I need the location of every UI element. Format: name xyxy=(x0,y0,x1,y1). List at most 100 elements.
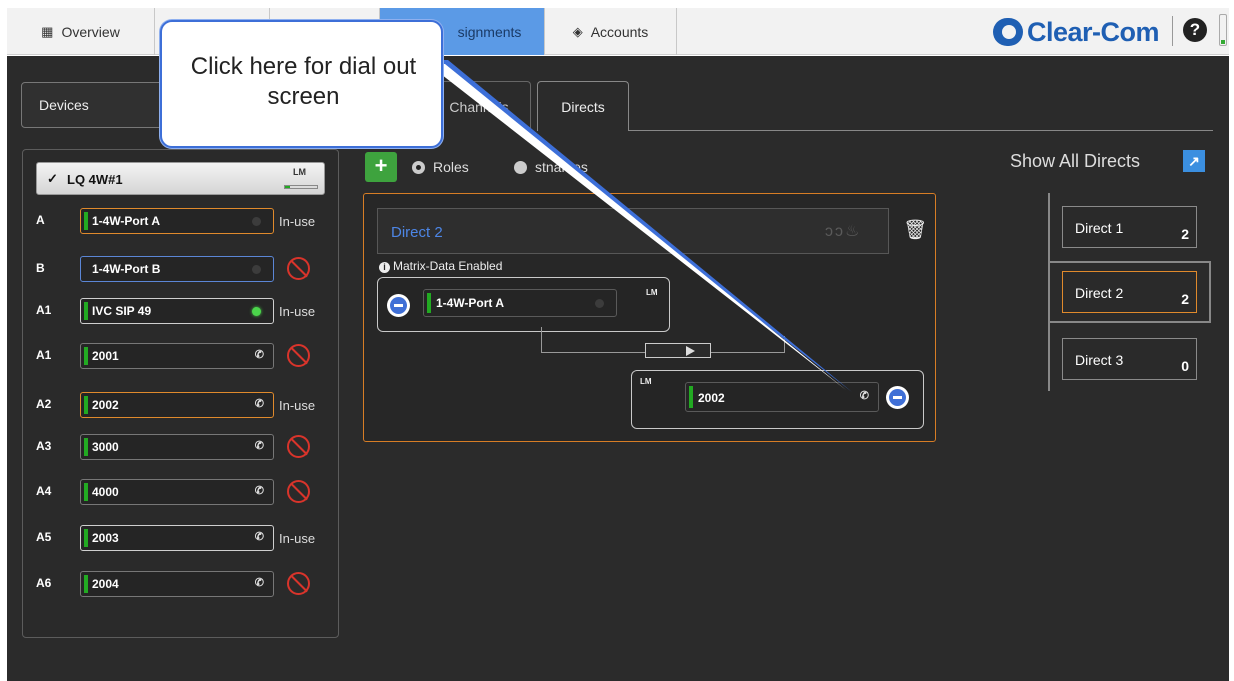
direct-count: 0 xyxy=(1181,358,1189,374)
port-button[interactable]: 4000 ✆ xyxy=(80,479,274,505)
dest-lm-label: LM xyxy=(640,377,652,386)
tab-channels-label: Channels xyxy=(449,98,509,115)
destination-endpoint: LM 2002 ✆ xyxy=(631,370,924,429)
annotation-callout: Click here for dial out screen xyxy=(160,20,443,148)
port-button[interactable]: 2001 ✆ xyxy=(80,343,274,369)
tab-accounts[interactable]: ◈ Accounts xyxy=(545,8,677,55)
sip-phone-icon[interactable]: ✆ xyxy=(860,389,869,402)
port-stripe xyxy=(84,529,88,547)
port-stripe xyxy=(689,386,693,408)
tab-accounts-label: Accounts xyxy=(590,23,649,40)
direct-title-bar[interactable]: Direct 2 ᴐᴐ♨ xyxy=(377,208,889,254)
port-row: B 1-4W-Port B xyxy=(23,256,340,282)
port-button[interactable]: 2002 ✆ xyxy=(80,392,274,418)
tab-directs[interactable]: Directs xyxy=(537,81,629,131)
port-row: A3 3000 ✆ xyxy=(23,434,340,460)
status-dot-icon xyxy=(252,307,261,316)
port-button[interactable]: 3000 ✆ xyxy=(80,434,274,460)
port-row: A1 IVC SIP 49 In-use xyxy=(23,298,340,324)
globe-icon: ◈ xyxy=(572,23,583,39)
source-endpoint: 1-4W-Port A LM xyxy=(377,277,670,332)
sip-phone-icon: ✆ xyxy=(254,531,264,543)
port-key: A xyxy=(36,213,45,227)
port-label: IVC SIP 49 xyxy=(92,304,152,318)
port-label: 2003 xyxy=(92,531,119,545)
radio-icon xyxy=(514,160,527,174)
port-key: A1 xyxy=(36,348,52,362)
port-key: A1 xyxy=(36,303,52,317)
port-key: A5 xyxy=(36,530,52,544)
port-stripe xyxy=(84,212,88,230)
status-dot-icon xyxy=(252,265,261,274)
port-status: In-use xyxy=(279,304,316,319)
dest-port-label: 2002 xyxy=(698,391,725,405)
port-label: 1-4W-Port A xyxy=(92,214,160,228)
port-status: In-use xyxy=(279,214,316,229)
direct-list-item[interactable]: Direct 1 2 xyxy=(1062,206,1197,248)
tab-overview[interactable]: ▦ Overview xyxy=(7,8,155,55)
port-status: In-use xyxy=(279,398,316,413)
port-stripe xyxy=(84,575,88,593)
connector-line xyxy=(784,336,785,352)
port-button[interactable]: 2003 ✆ xyxy=(80,525,274,551)
sip-phone-icon: ✆ xyxy=(254,577,264,589)
sip-phone-icon: ✆ xyxy=(254,440,264,452)
roles-radio[interactable]: Roles xyxy=(412,159,469,175)
port-label: 4000 xyxy=(92,485,119,499)
port-key: A3 xyxy=(36,439,52,453)
direct-name: Direct 1 xyxy=(1075,220,1124,236)
clear-com-logo: Clear-Com xyxy=(993,12,1160,52)
port-button[interactable]: 1-4W-Port B xyxy=(80,256,274,282)
device-name: LQ 4W#1 xyxy=(67,172,123,187)
port-button[interactable]: IVC SIP 49 xyxy=(80,298,274,324)
port-stripe xyxy=(84,302,88,320)
hostnames-radio[interactable]: stnames xyxy=(514,159,588,175)
port-row: A6 2004 ✆ xyxy=(23,571,340,597)
port-row: A1 2001 ✆ xyxy=(23,343,340,369)
remove-source-icon[interactable] xyxy=(387,294,410,317)
callout-text: Click here for dial out screen xyxy=(190,53,417,110)
trash-icon[interactable]: 🗑 xyxy=(903,218,927,242)
divider xyxy=(1172,16,1173,46)
roles-label: Roles xyxy=(433,159,469,175)
grid-icon: ▦ xyxy=(41,23,54,39)
port-key: B xyxy=(36,261,45,275)
port-stripe xyxy=(84,483,88,501)
port-key: A2 xyxy=(36,397,52,411)
tab-directs-label: Directs xyxy=(561,98,605,115)
logo-text: Clear-Com xyxy=(1027,16,1160,47)
direct-editor: Direct 2 ᴐᴐ♨ 🗑 i Matrix-Data Enabled 1-4W… xyxy=(363,193,936,442)
remove-destination-icon[interactable] xyxy=(886,386,909,409)
device-panel: ✓ LQ 4W#1 LM A 1-4W-Port A In-use B 1-4W… xyxy=(22,149,339,638)
popout-icon[interactable]: ↗ xyxy=(1183,150,1205,172)
port-row: A 1-4W-Port A In-use xyxy=(23,208,340,234)
destination-port[interactable]: 2002 ✆ xyxy=(685,382,879,412)
tab-underline xyxy=(629,130,1213,131)
port-label: 3000 xyxy=(92,440,119,454)
source-port[interactable]: 1-4W-Port A xyxy=(423,289,617,317)
port-label: 2002 xyxy=(92,398,119,412)
no-entry-icon xyxy=(287,480,310,503)
no-entry-icon xyxy=(287,572,310,595)
port-stripe xyxy=(84,438,88,456)
port-row: A2 2002 ✆ In-use xyxy=(23,392,340,418)
direct-list-item[interactable]: Direct 3 0 xyxy=(1062,338,1197,380)
direction-arrow-icon[interactable] xyxy=(645,343,711,358)
connector-line xyxy=(541,327,542,352)
source-lm-label: LM xyxy=(646,288,658,297)
port-button[interactable]: 2004 ✆ xyxy=(80,571,274,597)
battery-icon xyxy=(1219,14,1227,46)
info-icon: i xyxy=(379,262,390,273)
status-dot-icon xyxy=(595,299,604,308)
matrix-data-notice: i Matrix-Data Enabled xyxy=(379,259,502,273)
help-icon[interactable]: ? xyxy=(1183,18,1207,42)
direct-count: 2 xyxy=(1181,226,1189,242)
sip-phone-icon: ✆ xyxy=(254,349,264,361)
direct-list-item[interactable]: Direct 2 2 xyxy=(1062,271,1197,313)
show-all-directs-label[interactable]: Show All Directs xyxy=(1010,151,1140,172)
device-header[interactable]: ✓ LQ 4W#1 LM xyxy=(36,162,325,195)
tab-devices[interactable]: Devices xyxy=(21,82,181,128)
main-panel: Devices Channels Directs ✓ LQ 4W#1 LM A … xyxy=(7,56,1229,681)
port-button[interactable]: 1-4W-Port A xyxy=(80,208,274,234)
add-direct-button[interactable]: + xyxy=(365,152,397,182)
